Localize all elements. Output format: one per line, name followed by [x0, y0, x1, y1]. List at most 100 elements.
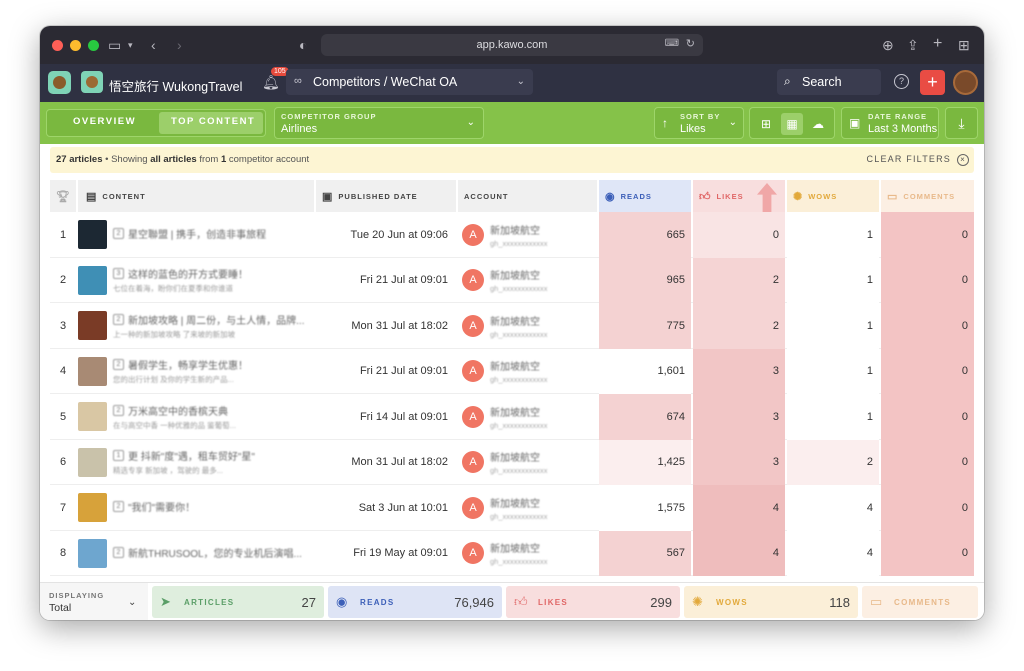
- wows-total-value: 118: [829, 595, 850, 610]
- wows-column-header[interactable]: ✺ WOWS: [787, 180, 879, 212]
- article-thumbnail[interactable]: [78, 538, 107, 568]
- account-cell[interactable]: A 新加坡航空 gh_xxxxxxxxxxxx: [458, 212, 597, 258]
- privacy-shield-icon[interactable]: ◐: [299, 37, 307, 53]
- table-row[interactable]: 4 2 暑假学生，畅享学生优惠！ 您的出行计划 及你的学生新的产品... Fri 21 …: [50, 348, 974, 395]
- account-logo[interactable]: [81, 71, 103, 93]
- article-title[interactable]: 星空聯盟 | 携手，创造非事旅程: [128, 226, 266, 241]
- row-number: 5: [59, 410, 67, 423]
- table-row[interactable]: 7 2 "我们"需要你！ Sat 3 Jun at 10:01 A 新加坡航空 gh_xxx…: [50, 485, 974, 531]
- likes-column-header[interactable]: 👍︎ LIKES: [693, 180, 785, 212]
- reload-icon[interactable]: ↻: [686, 37, 695, 50]
- published-column-header[interactable]: ▣ PUBLISHED DATE: [316, 180, 456, 212]
- new-tab-icon[interactable]: +: [933, 35, 942, 53]
- article-title[interactable]: 万米高空中的香槟天典: [128, 403, 228, 418]
- date-range-select[interactable]: ▣ DATE RANGE Last 3 Months: [841, 107, 939, 139]
- close-window-button[interactable]: [52, 39, 63, 51]
- table-row[interactable]: 2 3 这样的蓝色的开方式要睡！ 七位在着海，盼你们在夏季和你谁道 Fri 21 Jul…: [50, 257, 974, 304]
- article-title-block: 2 万米高空中的香槟天典 在与高空中香 一种优雅的品 鉴葡萄...: [113, 403, 236, 431]
- reads-column-header[interactable]: ◉ READS: [599, 180, 691, 212]
- kawo-logo[interactable]: [48, 71, 71, 94]
- account-column-header[interactable]: ACCOUNT: [458, 180, 597, 212]
- zoom-window-button[interactable]: [88, 39, 99, 51]
- download-icon[interactable]: ⊕: [882, 37, 894, 54]
- back-icon[interactable]: ‹: [151, 37, 156, 53]
- eye-icon: ◉: [336, 594, 348, 609]
- competitor-group-select[interactable]: COMPETITOR GROUP Airlines ⌄: [274, 107, 484, 139]
- article-title[interactable]: "我们"需要你！: [128, 499, 195, 514]
- account-cell[interactable]: A 新加坡航空 gh_xxxxxxxxxxxx: [458, 258, 597, 304]
- account-cell[interactable]: A 新加坡航空 gh_xxxxxxxxxxxx: [458, 349, 597, 395]
- likes-value: 2: [693, 303, 785, 349]
- content-cell[interactable]: 2 暑假学生，畅享学生优惠！ 您的出行计划 及你的学生新的产品...: [78, 349, 314, 395]
- article-thumbnail[interactable]: [78, 311, 107, 341]
- article-thumbnail[interactable]: [78, 493, 107, 523]
- table-row[interactable]: 5 2 万米高空中的香槟天典 在与高空中香 一种优雅的品 鉴葡萄... Fri 14 J…: [50, 394, 974, 440]
- content-cell[interactable]: 2 新航THRUSOOL，您的专业机后演唱...: [78, 531, 314, 577]
- account-cell[interactable]: A 新加坡航空 gh_xxxxxxxxxxxx: [458, 394, 597, 440]
- sidebar-toggle-icon[interactable]: ▭: [108, 37, 121, 54]
- table-row[interactable]: 3 2 新加坡攻略 | 周二份，与土人情，品牌... 上一种的新加坡攻略 了来坡的新加…: [50, 303, 974, 349]
- account-text: 新加坡航空 gh_xxxxxxxxxxxx: [490, 449, 548, 475]
- share-icon[interactable]: ⇪: [907, 37, 919, 54]
- breadcrumb-dropdown[interactable]: ∞ Competitors / WeChat OA ⌄: [286, 69, 533, 95]
- content-cell[interactable]: 2 星空聯盟 | 携手，创造非事旅程: [78, 212, 314, 258]
- article-thumbnail[interactable]: [78, 402, 107, 432]
- row-number: 7: [59, 501, 67, 514]
- article-title[interactable]: 更 抖新"度"遇，租车贸好"星": [128, 448, 255, 463]
- article-title[interactable]: 新加坡攻略 | 周二份，与土人情，品牌...: [128, 312, 305, 327]
- bell-icon[interactable]: 🔔︎: [262, 74, 280, 91]
- article-title[interactable]: 这样的蓝色的开方式要睡！: [128, 266, 248, 281]
- article-title[interactable]: 暑假学生，畅享学生优惠！: [128, 357, 248, 372]
- comments-value: 0: [881, 439, 974, 485]
- content-cell[interactable]: 1 更 抖新"度"遇，租车贸好"星" 精选专享 新加坡 ，驾驶的 最多...: [78, 440, 314, 486]
- table-row[interactable]: 1 2 星空聯盟 | 携手，创造非事旅程 Tue 20 Jun at 09:06 A 新加…: [50, 212, 974, 258]
- article-thumbnail[interactable]: [78, 265, 107, 295]
- help-icon[interactable]: ?: [894, 74, 909, 89]
- row-number: 2: [59, 274, 67, 287]
- content-column-header[interactable]: ▤ CONTENT: [78, 180, 314, 212]
- account-cell[interactable]: A 新加坡航空 gh_xxxxxxxxxxxx: [458, 531, 597, 577]
- content-cell[interactable]: 2 新加坡攻略 | 周二份，与土人情，品牌... 上一种的新加坡攻略 了来坡的新加坡: [78, 303, 314, 349]
- cloud-view-icon[interactable]: ☁: [807, 113, 829, 135]
- account-name[interactable]: 悟空旅行 WukongTravel: [109, 76, 242, 95]
- account-text: 新加坡航空 gh_xxxxxxxxxxxx: [490, 495, 548, 521]
- content-cell[interactable]: 2 "我们"需要你！: [78, 485, 314, 531]
- account-cell[interactable]: A 新加坡航空 gh_xxxxxxxxxxxx: [458, 303, 597, 349]
- minimize-window-button[interactable]: [70, 39, 81, 51]
- sort-by-select[interactable]: ↑ SORT BY Likes ⌄: [654, 107, 744, 139]
- translate-icon[interactable]: ⌨: [665, 38, 679, 49]
- comments-column-header[interactable]: ▭ COMMENTS: [881, 180, 974, 212]
- article-subtitle: 精选专享 新加坡 ，驾驶的 最多...: [113, 466, 224, 476]
- sort-direction-icon[interactable]: ↑: [662, 116, 668, 130]
- article-thumbnail[interactable]: [78, 447, 107, 477]
- forward-icon[interactable]: ›: [177, 37, 182, 53]
- account-cell[interactable]: A 新加坡航空 gh_xxxxxxxxxxxx: [458, 485, 597, 531]
- table-view-icon[interactable]: ▦: [781, 113, 803, 135]
- chevron-down-icon[interactable]: ▾: [128, 40, 133, 51]
- tab-overview[interactable]: OVERVIEW: [73, 116, 136, 127]
- address-bar[interactable]: app.kawo.com ⌨ ↻: [321, 34, 703, 56]
- document-icon: ▤: [86, 190, 97, 203]
- published-date: Sat 3 Jun at 10:01: [358, 501, 448, 514]
- table-row[interactable]: 8 2 新航THRUSOOL，您的专业机后演唱... Fri 19 May at 09…: [50, 530, 974, 577]
- tab-top-content[interactable]: TOP CONTENT: [171, 116, 255, 127]
- user-avatar[interactable]: [953, 70, 978, 95]
- wows-header-label: WOWS: [808, 191, 838, 201]
- grid-view-icon[interactable]: ⊞: [755, 113, 777, 135]
- tab-overview-icon[interactable]: ⊞: [958, 37, 970, 54]
- likes-value: 3: [693, 394, 785, 440]
- displaying-select[interactable]: DISPLAYING Total ⌄: [40, 583, 148, 620]
- clear-filters-button[interactable]: CLEAR FILTERS ×: [867, 154, 969, 166]
- article-thumbnail[interactable]: [78, 356, 107, 386]
- account-cell[interactable]: A 新加坡航空 gh_xxxxxxxxxxxx: [458, 440, 597, 486]
- article-thumbnail[interactable]: [78, 220, 107, 250]
- content-cell[interactable]: 3 这样的蓝色的开方式要睡！ 七位在着海，盼你们在夏季和你谁道: [78, 258, 314, 304]
- search-button[interactable]: ⌕ Search: [777, 69, 881, 95]
- article-title[interactable]: 新航THRUSOOL，您的专业机后演唱...: [128, 545, 302, 560]
- content-cell[interactable]: 2 万米高空中的香槟天典 在与高空中香 一种优雅的品 鉴葡萄...: [78, 394, 314, 440]
- table-row[interactable]: 6 1 更 抖新"度"遇，租车贸好"星" 精选专享 新加坡 ，驾驶的 最多... Mon…: [50, 439, 974, 486]
- add-button[interactable]: +: [920, 70, 945, 95]
- competitor-group-value: Airlines: [281, 123, 318, 135]
- export-download-icon[interactable]: ⤓: [945, 107, 978, 139]
- filter-summary-bar: 27 articles • Showing all articles from …: [50, 147, 974, 173]
